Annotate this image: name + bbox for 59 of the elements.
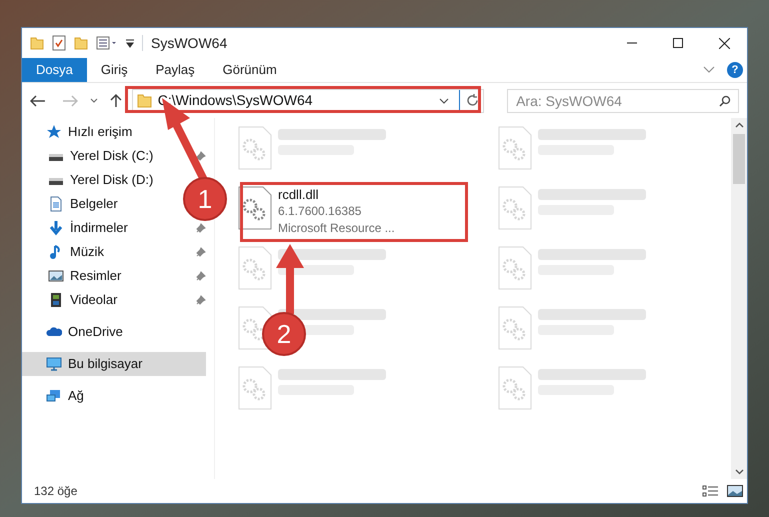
maximize-icon[interactable] bbox=[673, 38, 683, 48]
settings-file-icon bbox=[238, 126, 272, 170]
ribbon-tab[interactable]: Görünüm bbox=[208, 58, 291, 82]
settings-file-icon bbox=[498, 186, 532, 230]
document-icon bbox=[48, 196, 64, 212]
nav-item[interactable]: Hızlı erişim bbox=[22, 120, 136, 144]
settings-file-icon bbox=[238, 246, 272, 290]
back-icon[interactable] bbox=[30, 94, 46, 106]
address-path: C:\Windows\SysWOW64 bbox=[158, 91, 313, 110]
nav-item[interactable]: Yerel Disk (C:) bbox=[22, 144, 158, 168]
settings-file-icon bbox=[238, 186, 272, 230]
view-options-icon[interactable] bbox=[96, 36, 118, 50]
download-arrow-icon bbox=[48, 220, 64, 236]
nav-item[interactable]: Belgeler bbox=[22, 192, 122, 216]
customize-toolbar-icon[interactable] bbox=[126, 38, 134, 48]
settings-file-icon bbox=[498, 366, 532, 410]
up-icon[interactable] bbox=[110, 93, 122, 108]
scroll-thumb[interactable] bbox=[733, 134, 745, 184]
settings-file-icon bbox=[498, 306, 532, 350]
ribbon-tab[interactable]: Dosya bbox=[22, 58, 87, 82]
expand-ribbon-icon[interactable] bbox=[703, 66, 715, 74]
settings-file-icon bbox=[238, 366, 272, 410]
arrow-drawing bbox=[274, 242, 306, 314]
file-detail: Microsoft Resource ... bbox=[278, 220, 395, 237]
ribbon-tab[interactable]: Paylaş bbox=[142, 58, 209, 82]
details-view-icon[interactable] bbox=[702, 485, 719, 497]
picture-icon bbox=[48, 268, 64, 284]
large-icons-view-icon[interactable] bbox=[727, 485, 743, 497]
properties-icon[interactable] bbox=[52, 35, 66, 51]
nav-item[interactable]: Yerel Disk (D:) bbox=[22, 168, 158, 192]
nav-item[interactable]: OneDrive bbox=[22, 320, 127, 344]
star-icon bbox=[46, 124, 62, 140]
scrollbar[interactable] bbox=[731, 118, 747, 479]
network-icon bbox=[46, 388, 62, 404]
nav-item[interactable]: Müzik bbox=[22, 240, 108, 264]
ribbon-tab[interactable]: Giriş bbox=[86, 58, 142, 82]
settings-file-icon bbox=[498, 246, 532, 290]
film-icon bbox=[48, 292, 64, 308]
address-dropdown-icon[interactable] bbox=[439, 98, 450, 104]
window-title: SysWOW64 bbox=[151, 34, 228, 53]
item-count: 132 öğe bbox=[34, 483, 78, 500]
search-icon bbox=[718, 94, 731, 106]
file-name[interactable]: rcdll.dll bbox=[278, 186, 395, 203]
help-button[interactable]: ? bbox=[727, 62, 743, 78]
monitor-icon bbox=[46, 356, 62, 372]
file-detail: 6.1.7600.16385 bbox=[278, 203, 362, 220]
close-icon[interactable] bbox=[718, 38, 730, 48]
nav-item[interactable]: Videolar bbox=[22, 288, 122, 312]
nav-item[interactable]: Resimler bbox=[22, 264, 126, 288]
settings-file-icon bbox=[498, 126, 532, 170]
nav-item[interactable]: Ağ bbox=[22, 384, 88, 408]
search-field[interactable]: Ara: SysWOW64 bbox=[507, 88, 739, 112]
scroll-down-icon[interactable] bbox=[734, 469, 744, 475]
folder-icon bbox=[136, 94, 152, 108]
refresh-icon[interactable] bbox=[466, 94, 480, 107]
scroll-up-icon[interactable] bbox=[734, 122, 744, 128]
nav-item[interactable]: Bu bilgisayar bbox=[22, 352, 206, 376]
nav-item[interactable]: İndirmeler bbox=[22, 216, 132, 240]
recent-locations-icon[interactable] bbox=[90, 98, 98, 104]
